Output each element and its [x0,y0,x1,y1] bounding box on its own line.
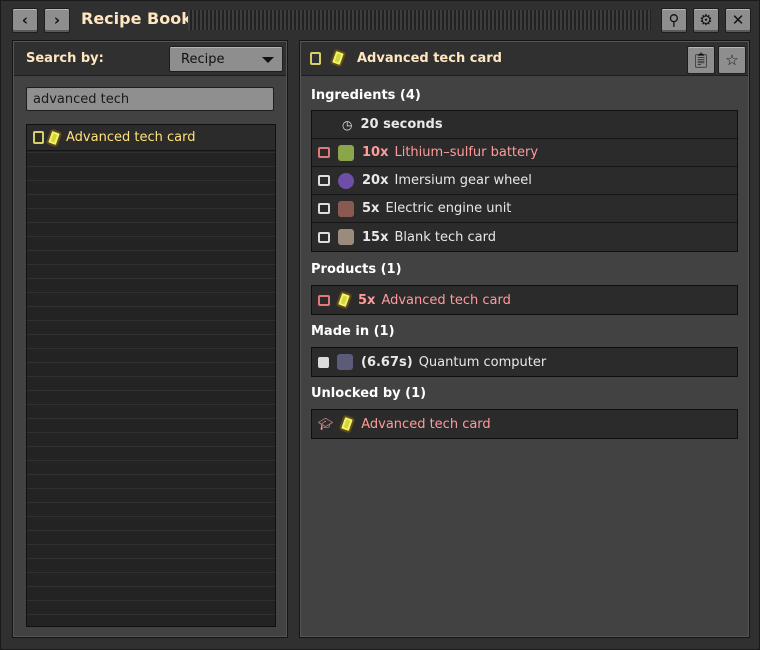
search-by-label: Search by: [26,51,104,66]
gear-icon: ⚙ [699,11,713,29]
inventory-icon [318,231,330,243]
machine-icon [318,356,329,368]
recipe-title: Advanced tech card [357,51,502,66]
ingredient-amount: 20x [362,173,389,188]
forward-button[interactable]: › [44,8,70,33]
products-title: Products (1) [311,262,402,277]
recipe-book-window: ‹ › Recipe Book ⚲ ⚙ ✕ Search by: Recipe [0,0,760,650]
unlocked-by-title: Unlocked by (1) [311,386,427,401]
ingredient-row[interactable]: 20x Imersium gear wheel [312,167,737,195]
drag-handle[interactable] [188,10,651,30]
crafting-time-row: ◷ 20 seconds [312,111,737,139]
ingredient-row[interactable]: 5x Electric engine unit [312,195,737,223]
machine-row[interactable]: (6.67s) Quantum computer [312,348,737,376]
advanced-tech-card-icon [338,414,356,434]
favorite-button[interactable]: ☆ [718,46,746,74]
copy-button[interactable]: 📋︎ [687,46,715,74]
recipe-icon [310,52,321,65]
back-button[interactable]: ‹ [12,8,38,33]
quantum-computer-icon [337,354,353,370]
window-title: Recipe Book [81,9,192,28]
technology-row[interactable]: 🎓︎ Advanced tech card [312,410,737,438]
ingredients-title: Ingredients (4) [311,88,421,103]
lithium-sulfur-battery-icon [338,144,354,161]
made-in-list: (6.67s) Quantum computer [311,347,738,377]
ingredient-row[interactable]: 15x Blank tech card [312,223,737,251]
result-list[interactable]: Advanced tech card [26,124,276,627]
imersium-gear-wheel-icon [338,172,354,189]
machine-crafting-time: (6.67s) [361,354,413,370]
star-icon: ☆ [725,51,739,69]
inventory-icon [318,294,330,306]
clock-icon: ◷ [342,117,353,132]
blank-tech-card-icon [338,229,354,245]
recipe-detail-header: Advanced tech card 📋︎ ☆ [301,42,748,76]
recipe-detail-panel: Advanced tech card 📋︎ ☆ Ingredients (4) … [299,40,750,638]
ingredient-name: Lithium–sulfur battery [394,145,539,160]
pin-button[interactable]: ⚲ [661,8,687,33]
ingredient-name: Electric engine unit [385,201,512,216]
ingredient-amount: 5x [362,201,380,216]
ingredient-amount: 10x [362,145,389,160]
recipe-icon [33,131,44,144]
inventory-icon [318,203,330,214]
settings-button[interactable]: ⚙ [693,8,719,33]
advanced-tech-card-icon [329,48,347,68]
search-panel-header: Search by: Recipe [14,42,286,76]
close-icon: ✕ [731,11,745,29]
close-button[interactable]: ✕ [725,8,751,33]
technology-name: Advanced tech card [361,416,491,432]
search-by-dropdown[interactable]: Recipe [169,46,283,72]
machine-name: Quantum computer [418,354,547,370]
crafting-time: 20 seconds [360,117,443,132]
ingredient-row[interactable]: 10x Lithium–sulfur battery [312,139,737,167]
made-in-title: Made in (1) [311,324,395,339]
ingredient-name: Blank tech card [394,229,496,245]
ingredients-list: ◷ 20 seconds 10x Lithium–sulfur battery … [311,110,738,252]
search-input[interactable] [26,87,274,111]
list-item-label: Advanced tech card [66,130,196,145]
product-row[interactable]: 5x Advanced tech card [312,286,737,314]
list-item[interactable]: Advanced tech card [27,125,275,151]
pin-icon: ⚲ [668,11,680,29]
search-panel: Search by: Recipe Advanced tech card [12,40,288,638]
products-list: 5x Advanced tech card [311,285,738,315]
title-bar[interactable]: ‹ › Recipe Book ⚲ ⚙ ✕ [1,1,760,39]
product-name: Advanced tech card [381,292,511,308]
inventory-icon [318,147,330,158]
ingredient-name: Imersium gear wheel [394,173,532,188]
electric-engine-unit-icon [338,200,354,217]
inventory-icon [318,175,330,186]
ingredient-amount: 15x [362,229,389,245]
advanced-tech-card-icon [335,290,353,310]
graduation-cap-icon: 🎓︎ [318,417,334,431]
search-by-value: Recipe [181,52,225,67]
product-amount: 5x [358,292,376,308]
clipboard-icon: 📋︎ [691,51,711,69]
unlocked-by-list: 🎓︎ Advanced tech card [311,409,738,439]
chevron-down-icon [262,57,274,63]
advanced-tech-card-icon [45,127,63,148]
